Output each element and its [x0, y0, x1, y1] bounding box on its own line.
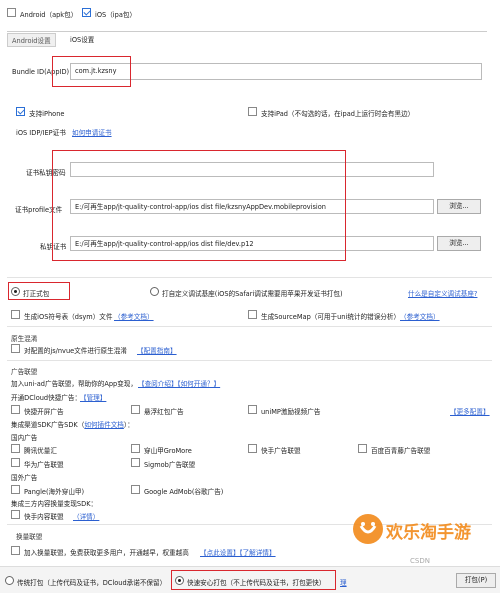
divider	[7, 277, 492, 278]
android-label: Android（apk包）	[20, 11, 78, 19]
tab-ios-settings[interactable]: iOS设置	[66, 33, 98, 45]
profile-browse-button[interactable]: 浏览...	[437, 199, 481, 214]
dsym-checkbox[interactable]	[11, 310, 20, 319]
custom-base-radio[interactable]	[150, 287, 159, 296]
traditional-pack-radio[interactable]	[5, 576, 14, 585]
divider	[7, 360, 492, 361]
unimp-video-ad-checkbox[interactable]	[248, 405, 257, 414]
sigmob-ad-checkbox[interactable]	[131, 458, 140, 467]
iphone-label: 支持iPhone	[29, 110, 65, 118]
custom-base-help-link[interactable]: 什么是自定义调试基座?	[408, 288, 477, 298]
sourcemap-label: 生成SourceMap（可用于uni统计的错误分析）	[261, 313, 401, 321]
exchange-label: 加入换量联盟，免费获取更多用户，开通越早，权重越高	[24, 549, 189, 557]
gromore-ad-label: 穿山甲GroMore	[144, 447, 192, 455]
iphone-checkbox[interactable]	[16, 107, 25, 116]
sdk-label-text: 集成渠道SDK广告SDK（	[11, 421, 85, 429]
idp-label: iOS IDP/IEP证书	[16, 129, 66, 137]
ads-intro: 加入uni-ad广告联盟，帮助你的App变现，	[11, 380, 137, 388]
sourcemap-checkbox[interactable]	[248, 310, 257, 319]
unimp-video-ad-label: uniMP激励视频广告	[261, 408, 321, 416]
android-checkbox[interactable]	[7, 8, 16, 17]
sdk-label: 集成渠道SDK广告SDK（如何插件文档）：	[11, 419, 134, 429]
huawei-ad-label: 华为广告联盟	[24, 461, 64, 469]
watermark-small: CSDN	[410, 557, 430, 565]
ads-howto-link[interactable]: 【如何开通？】	[174, 378, 220, 388]
apply-cert-link[interactable]: 如何申请证书	[72, 127, 112, 137]
ads-title: 广告联盟	[11, 368, 38, 376]
redpacket-ad-checkbox[interactable]	[131, 405, 140, 414]
ipad-label: 支持iPad（不勾选的话，在ipad上运行时会有黑边）	[261, 110, 415, 118]
tab-android-settings[interactable]: Android设置	[7, 33, 56, 47]
highlight-certificates	[52, 150, 346, 261]
tab-divider	[7, 31, 487, 32]
sigmob-ad-label: Sigmob广告联盟	[144, 461, 196, 469]
kuaishou-ad-label: 快手广告联盟	[261, 447, 301, 455]
ios-checkbox[interactable]	[82, 8, 91, 17]
ios-label: iOS（ipa包）	[95, 11, 137, 19]
footer-link[interactable]: 理	[340, 577, 347, 587]
kuaishou-ad-checkbox[interactable]	[248, 444, 257, 453]
divider	[7, 326, 492, 327]
kuaishou-content-checkbox[interactable]	[11, 510, 20, 519]
baidu-ad-label: 百度百青藤广告联盟	[371, 447, 431, 455]
dsym-label: 生成iOS符号表（dsym）文件	[24, 313, 113, 321]
more-config-link[interactable]: 【更多配置】	[450, 406, 490, 416]
exchange-details-link[interactable]: 【了解详情】	[236, 547, 276, 557]
traditional-pack-label: 传统打包（上传代码及证书，DCloud承诺不保留）	[17, 579, 167, 587]
overseas-ads-title: 国外广告	[11, 474, 38, 482]
native-obfuscation-label: 对配置的js/nvue文件进行原生混淆	[24, 347, 127, 355]
pack-button[interactable]: 打包(P)	[456, 573, 496, 588]
splash-ad-checkbox[interactable]	[11, 405, 20, 414]
dcloud-ads-manage-link[interactable]: 【管理】	[80, 392, 106, 402]
kuaishou-content-details-link[interactable]: （详情）	[73, 511, 99, 521]
bundle-id-input[interactable]: com.jt.kzsny	[70, 63, 482, 80]
third-party-sdk-label: 集成三方内容换量变现SDK：	[11, 500, 98, 508]
kuaishou-content-label: 快手内容联盟	[24, 513, 64, 521]
tencent-ad-checkbox[interactable]	[11, 444, 20, 453]
highlight-bundle-id	[52, 56, 131, 87]
highlight-safe-pack	[171, 570, 336, 590]
custom-base-label: 打自定义调试基座(iOS的Safari调试需要用苹果开发证书打包)	[162, 290, 343, 298]
native-obfuscation-title: 原生混淆	[11, 335, 38, 343]
sourcemap-doc-link[interactable]: （参考文档）	[400, 311, 440, 321]
watermark-text: 欢乐淘手游	[386, 523, 471, 543]
splash-ad-label: 快捷开屏广告	[24, 408, 64, 416]
exchange-checkbox[interactable]	[11, 546, 20, 555]
native-obfuscation-guide-link[interactable]: 【配置指南】	[137, 345, 177, 355]
ipad-checkbox[interactable]	[248, 107, 257, 116]
pangle-ad-label: Pangle(海外穿山甲)	[24, 488, 85, 496]
ads-intro-link[interactable]: 【查阅介绍】	[138, 378, 178, 388]
native-obfuscation-checkbox[interactable]	[11, 344, 20, 353]
baidu-ad-checkbox[interactable]	[358, 444, 367, 453]
private-key-browse-button[interactable]: 浏览...	[437, 236, 481, 251]
gromore-ad-checkbox[interactable]	[131, 444, 140, 453]
sdk-label-end: ）：	[123, 421, 134, 429]
dsym-doc-link[interactable]: （参考文档）	[114, 311, 154, 321]
admob-ad-label: Google AdMob(谷歌广告)	[144, 488, 224, 496]
highlight-formal	[8, 282, 70, 300]
sdk-doc-link[interactable]: 如何插件文档	[84, 421, 124, 429]
dcloud-ads-label: 开通DCloud快捷广告：	[11, 394, 82, 402]
redpacket-ad-label: 悬浮红包广告	[144, 408, 184, 416]
exchange-settings-link[interactable]: 【点此设置】	[200, 547, 240, 557]
domestic-ads-title: 国内广告	[11, 434, 38, 442]
pangle-ad-checkbox[interactable]	[11, 485, 20, 494]
admob-ad-checkbox[interactable]	[131, 485, 140, 494]
huawei-ad-checkbox[interactable]	[11, 458, 20, 467]
watermark-logo-icon	[353, 514, 383, 544]
exchange-title: 换量联盟	[16, 533, 43, 541]
tencent-ad-label: 腾讯优量汇	[24, 447, 57, 455]
